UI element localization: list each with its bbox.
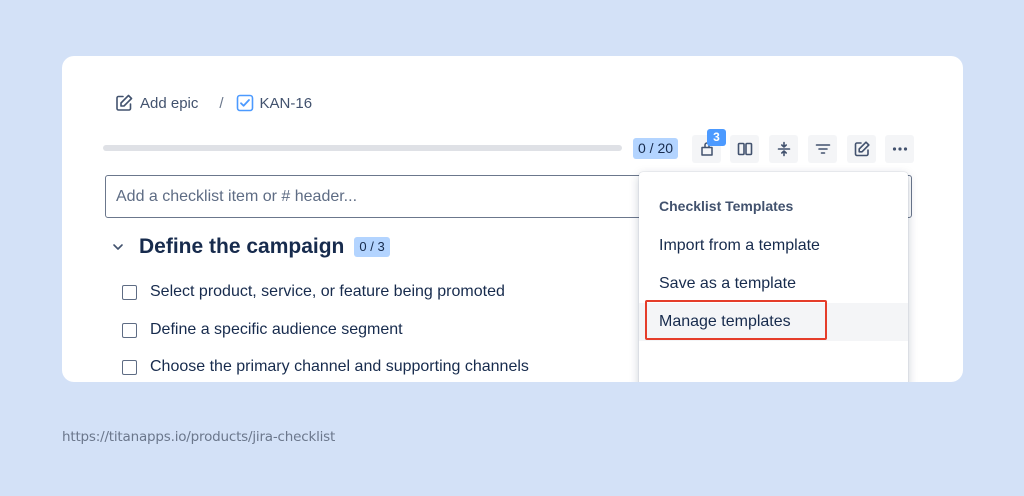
edit-square-icon bbox=[114, 93, 134, 113]
columns-button[interactable] bbox=[730, 135, 759, 163]
dropdown-heading: Checklist Templates bbox=[659, 198, 794, 214]
chevron-down-icon[interactable] bbox=[108, 237, 128, 257]
item-label: Choose the primary channel and supportin… bbox=[150, 358, 529, 375]
filter-button[interactable] bbox=[808, 135, 837, 163]
progress-count-badge: 0 / 20 bbox=[633, 138, 679, 159]
add-epic-label: Add epic bbox=[140, 94, 199, 112]
item-checkbox[interactable] bbox=[122, 322, 137, 338]
edit-button[interactable] bbox=[847, 135, 876, 163]
breadcrumb-separator: / bbox=[219, 94, 224, 112]
menu-item-save-template[interactable]: Save as a template bbox=[639, 265, 908, 303]
section-title: Define the campaign bbox=[139, 235, 345, 258]
progress-bar bbox=[103, 145, 622, 151]
source-url[interactable]: https://titanapps.io/products/jira-check… bbox=[62, 429, 335, 445]
templates-dropdown-menu: Checklist Templates Import from a templa… bbox=[639, 172, 908, 382]
list-item: Choose the primary channel and supportin… bbox=[122, 356, 529, 378]
checkbox-issue-icon bbox=[236, 94, 254, 112]
edit-icon bbox=[853, 140, 871, 158]
item-label: Select product, service, or feature bein… bbox=[150, 283, 505, 300]
more-icon bbox=[891, 140, 909, 158]
item-label: Define a specific audience segment bbox=[150, 321, 403, 338]
checklist-panel: Add epic / KAN-16 0 / 20 3 Add a checkli… bbox=[62, 56, 963, 382]
section-header: Define the campaign 0 / 3 bbox=[108, 234, 390, 260]
add-epic-link[interactable]: Add epic bbox=[114, 93, 198, 113]
collapse-icon bbox=[775, 140, 793, 158]
item-checkbox[interactable] bbox=[122, 284, 137, 300]
more-button[interactable] bbox=[885, 135, 914, 163]
section-progress-badge: 0 / 3 bbox=[354, 237, 390, 257]
breadcrumb: Add epic / KAN-16 bbox=[114, 92, 312, 114]
columns-icon bbox=[736, 140, 754, 158]
list-item: Define a specific audience segment bbox=[122, 319, 403, 341]
filter-icon bbox=[814, 140, 832, 158]
collapse-button[interactable] bbox=[769, 135, 798, 163]
menu-item-import-template[interactable]: Import from a template bbox=[639, 227, 908, 265]
item-checkbox[interactable] bbox=[122, 359, 137, 375]
notification-count-badge: 3 bbox=[707, 129, 726, 146]
highlight-box bbox=[645, 300, 827, 340]
issue-key-link[interactable]: KAN-16 bbox=[236, 94, 313, 112]
list-item: Select product, service, or feature bein… bbox=[122, 281, 505, 303]
issue-key: KAN-16 bbox=[259, 94, 313, 112]
